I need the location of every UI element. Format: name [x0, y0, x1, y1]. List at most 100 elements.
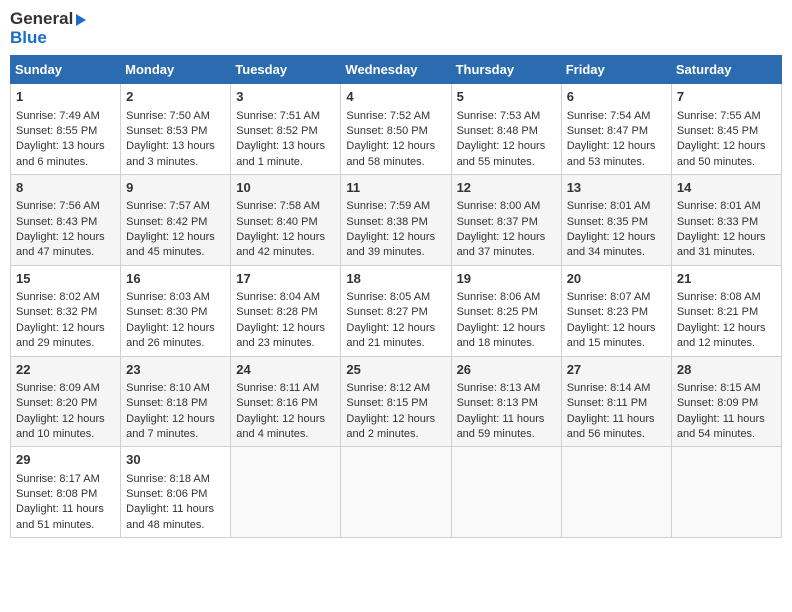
day-number: 25 — [346, 361, 445, 379]
day-info: Daylight: 12 hours and 39 minutes. — [346, 230, 445, 261]
calendar-cell: 19Sunrise: 8:06 AMSunset: 8:25 PMDayligh… — [451, 265, 561, 356]
calendar-cell: 24Sunrise: 8:11 AMSunset: 8:16 PMDayligh… — [231, 356, 341, 447]
day-info: Daylight: 11 hours and 59 minutes. — [457, 412, 556, 443]
day-number: 11 — [346, 179, 445, 197]
day-number: 14 — [677, 179, 776, 197]
day-number: 20 — [567, 270, 666, 288]
calendar-week-1: 1Sunrise: 7:49 AMSunset: 8:55 PMDaylight… — [11, 84, 782, 175]
day-info: Daylight: 12 hours and 15 minutes. — [567, 321, 666, 352]
day-info: Sunset: 8:38 PM — [346, 215, 445, 230]
calendar-cell: 8Sunrise: 7:56 AMSunset: 8:43 PMDaylight… — [11, 175, 121, 266]
day-header-wednesday: Wednesday — [341, 56, 451, 84]
calendar-cell: 20 Sunrise: 8:07 AMSunset: 8:23 PMDayligh… — [561, 265, 671, 356]
day-info: Sunrise: 8:13 AM — [457, 381, 556, 396]
day-number: 3 — [236, 88, 335, 106]
day-info: Sunset: 8:21 PM — [677, 305, 776, 320]
day-info: Daylight: 13 hours and 1 minute. — [236, 139, 335, 170]
day-number: 21 — [677, 270, 776, 288]
day-number: 13 — [567, 179, 666, 197]
day-info: Daylight: 13 hours and 3 minutes. — [126, 139, 225, 170]
day-info: Daylight: 12 hours and 12 minutes. — [677, 321, 776, 352]
day-info: Daylight: 12 hours and 34 minutes. — [567, 230, 666, 261]
day-info: Sunrise: 8:04 AM — [236, 290, 335, 305]
day-number: 30 — [126, 451, 225, 469]
day-info: Sunrise: 8:18 AM — [126, 472, 225, 487]
calendar-cell: 27Sunrise: 8:14 AMSunset: 8:11 PMDayligh… — [561, 356, 671, 447]
day-number: 5 — [457, 88, 556, 106]
day-info: Sunrise: 8:14 AM — [567, 381, 666, 396]
day-number: 19 — [457, 270, 556, 288]
calendar-cell: 12Sunrise: 8:00 AMSunset: 8:37 PMDayligh… — [451, 175, 561, 266]
calendar-cell: 4Sunrise: 7:52 AMSunset: 8:50 PMDaylight… — [341, 84, 451, 175]
day-info: Daylight: 12 hours and 45 minutes. — [126, 230, 225, 261]
day-info: Sunrise: 7:53 AM — [457, 109, 556, 124]
calendar-header-row: SundayMondayTuesdayWednesdayThursdayFrid… — [11, 56, 782, 84]
calendar-cell: 16Sunrise: 8:03 AMSunset: 8:30 PMDayligh… — [121, 265, 231, 356]
day-info: Sunset: 8:33 PM — [677, 215, 776, 230]
calendar-cell: 6Sunrise: 7:54 AMSunset: 8:47 PMDaylight… — [561, 84, 671, 175]
day-info: Sunrise: 8:01 AM — [567, 199, 666, 214]
calendar-week-2: 8Sunrise: 7:56 AMSunset: 8:43 PMDaylight… — [11, 175, 782, 266]
day-number: 9 — [126, 179, 225, 197]
day-info: Daylight: 12 hours and 58 minutes. — [346, 139, 445, 170]
day-info: Sunrise: 8:07 AM — [567, 290, 666, 305]
day-info: Sunrise: 8:03 AM — [126, 290, 225, 305]
calendar-cell — [341, 447, 451, 538]
day-info: Daylight: 12 hours and 2 minutes. — [346, 412, 445, 443]
day-header-sunday: Sunday — [11, 56, 121, 84]
calendar-cell: 22Sunrise: 8:09 AMSunset: 8:20 PMDayligh… — [11, 356, 121, 447]
day-info: Sunset: 8:23 PM — [567, 305, 666, 320]
day-info: Daylight: 12 hours and 7 minutes. — [126, 412, 225, 443]
calendar-cell: 30Sunrise: 8:18 AMSunset: 8:06 PMDayligh… — [121, 447, 231, 538]
day-info: Sunset: 8:55 PM — [16, 124, 115, 139]
day-info: Daylight: 12 hours and 55 minutes. — [457, 139, 556, 170]
calendar-cell: 25Sunrise: 8:12 AMSunset: 8:15 PMDayligh… — [341, 356, 451, 447]
day-info: Sunrise: 8:01 AM — [677, 199, 776, 214]
day-info: Sunrise: 7:58 AM — [236, 199, 335, 214]
day-info: Sunset: 8:27 PM — [346, 305, 445, 320]
calendar-week-3: 15Sunrise: 8:02 AMSunset: 8:32 PMDayligh… — [11, 265, 782, 356]
calendar-cell: 15Sunrise: 8:02 AMSunset: 8:32 PMDayligh… — [11, 265, 121, 356]
day-info: Sunrise: 7:57 AM — [126, 199, 225, 214]
logo: General Blue — [10, 10, 86, 47]
day-info: Sunset: 8:20 PM — [16, 396, 115, 411]
day-info: Daylight: 12 hours and 37 minutes. — [457, 230, 556, 261]
day-info: Daylight: 13 hours and 6 minutes. — [16, 139, 115, 170]
day-info: Sunrise: 7:55 AM — [677, 109, 776, 124]
day-number: 1 — [16, 88, 115, 106]
day-header-tuesday: Tuesday — [231, 56, 341, 84]
calendar-cell: 7Sunrise: 7:55 AMSunset: 8:45 PMDaylight… — [671, 84, 781, 175]
day-info: Sunset: 8:37 PM — [457, 215, 556, 230]
calendar-cell: 21Sunrise: 8:08 AMSunset: 8:21 PMDayligh… — [671, 265, 781, 356]
day-number: 4 — [346, 88, 445, 106]
day-number: 17 — [236, 270, 335, 288]
day-info: Sunset: 8:42 PM — [126, 215, 225, 230]
day-info: Sunrise: 7:51 AM — [236, 109, 335, 124]
day-info: Sunrise: 8:05 AM — [346, 290, 445, 305]
day-info: Daylight: 12 hours and 10 minutes. — [16, 412, 115, 443]
day-info: Daylight: 12 hours and 18 minutes. — [457, 321, 556, 352]
day-info: Sunrise: 8:17 AM — [16, 472, 115, 487]
day-info: Sunset: 8:47 PM — [567, 124, 666, 139]
day-number: 8 — [16, 179, 115, 197]
day-number: 7 — [677, 88, 776, 106]
day-info: Sunrise: 7:52 AM — [346, 109, 445, 124]
day-info: Sunset: 8:18 PM — [126, 396, 225, 411]
day-info: Daylight: 12 hours and 26 minutes. — [126, 321, 225, 352]
calendar-cell: 1Sunrise: 7:49 AMSunset: 8:55 PMDaylight… — [11, 84, 121, 175]
calendar-cell: 17Sunrise: 8:04 AMSunset: 8:28 PMDayligh… — [231, 265, 341, 356]
day-info: Daylight: 11 hours and 54 minutes. — [677, 412, 776, 443]
day-info: Sunset: 8:40 PM — [236, 215, 335, 230]
day-info: Daylight: 12 hours and 4 minutes. — [236, 412, 335, 443]
day-header-thursday: Thursday — [451, 56, 561, 84]
logo-blue: Blue — [10, 29, 86, 48]
day-number: 22 — [16, 361, 115, 379]
day-number: 16 — [126, 270, 225, 288]
day-number: 18 — [346, 270, 445, 288]
day-header-monday: Monday — [121, 56, 231, 84]
day-info: Sunset: 8:53 PM — [126, 124, 225, 139]
day-number: 10 — [236, 179, 335, 197]
day-info: Daylight: 11 hours and 56 minutes. — [567, 412, 666, 443]
day-info: Sunset: 8:48 PM — [457, 124, 556, 139]
day-info: Daylight: 11 hours and 48 minutes. — [126, 502, 225, 533]
